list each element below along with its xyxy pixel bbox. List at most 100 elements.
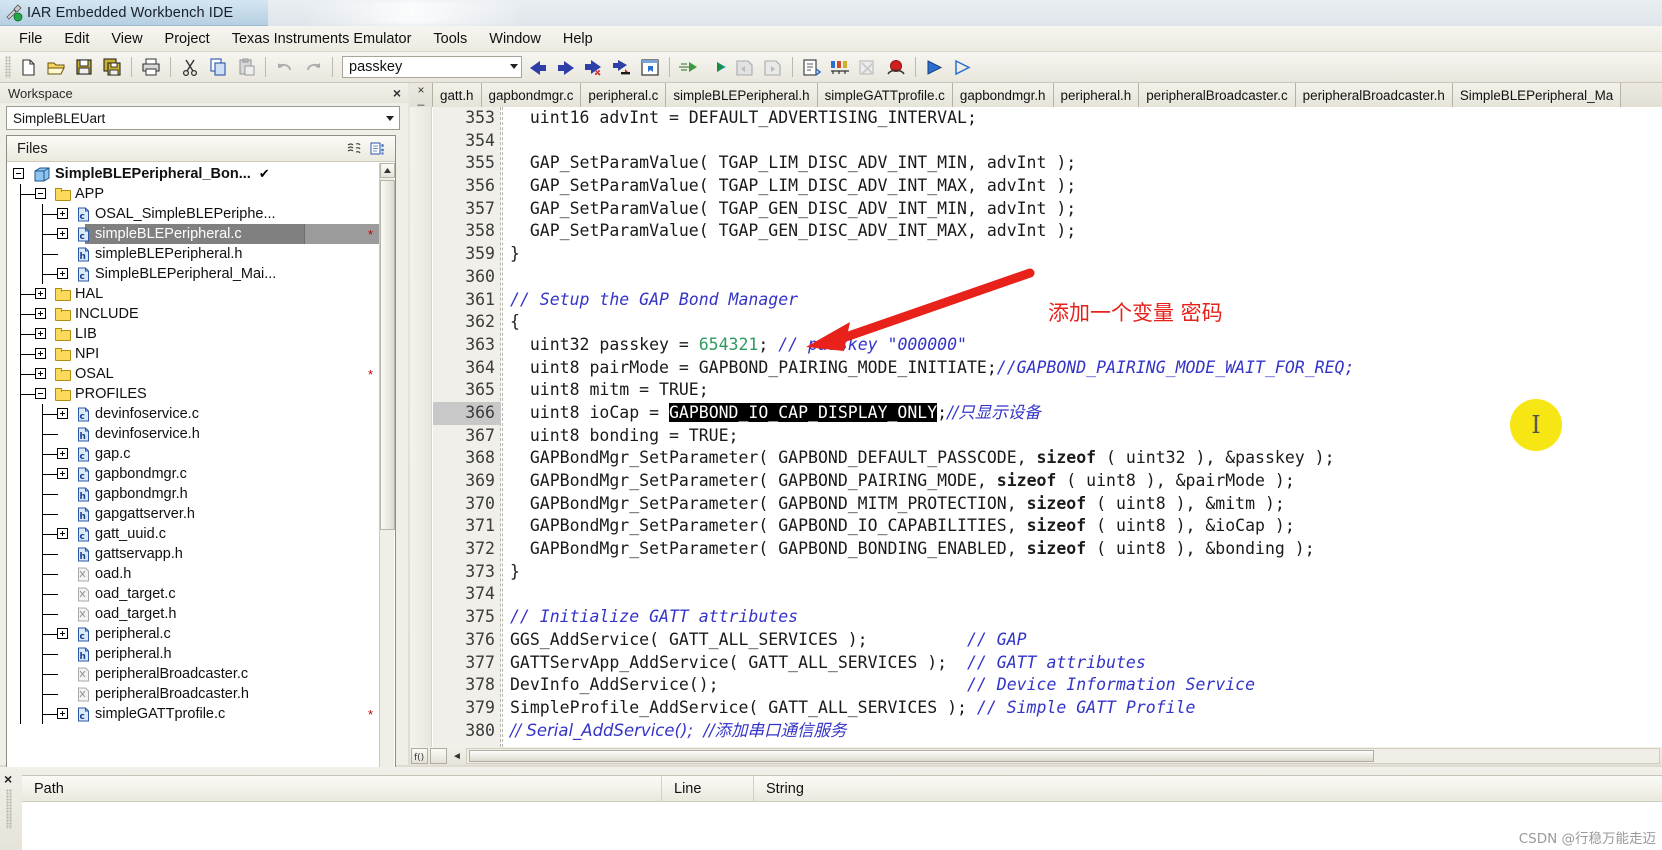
column-header-string[interactable]: String	[754, 776, 1454, 802]
tree-item[interactable]: NPI	[7, 344, 395, 364]
scroll-left-icon[interactable]: ◄	[450, 748, 464, 764]
code-line[interactable]: 377GATTServApp_AddService( GATT_ALL_SERV…	[410, 652, 1662, 675]
quick-search-combo[interactable]	[342, 56, 522, 78]
tree-item[interactable]: hdevinfoservice.h	[7, 424, 395, 444]
make-icon[interactable]	[826, 54, 854, 80]
tree-item[interactable]: hsimpleBLEPeripheral.h	[7, 244, 395, 264]
goto-bookmark-icon[interactable]	[636, 54, 664, 80]
menu-project[interactable]: Project	[154, 29, 221, 49]
minimize-icon[interactable]: _	[418, 95, 425, 104]
find-next-icon[interactable]	[552, 54, 580, 80]
code-line[interactable]: 359}	[410, 243, 1662, 266]
toggle-bookmark-icon[interactable]	[675, 54, 703, 80]
search-input[interactable]	[347, 58, 517, 76]
menu-window[interactable]: Window	[478, 29, 552, 49]
download-and-debug-icon[interactable]	[921, 54, 949, 80]
compile-icon[interactable]	[798, 54, 826, 80]
paste-icon[interactable]	[232, 54, 260, 80]
editor-tab-simplebleperipheral-ma[interactable]: SimpleBLEPeripheral_Ma	[1453, 83, 1621, 107]
code-line[interactable]: 372 GAPBondMgr_SetParameter( GAPBOND_BON…	[410, 538, 1662, 561]
editor-close-column[interactable]: × _	[410, 83, 432, 107]
code-line[interactable]: 357 GAP_SetParamValue( TGAP_GEN_DISC_ADV…	[410, 198, 1662, 221]
find-previous-icon[interactable]	[524, 54, 552, 80]
debug-icon[interactable]	[882, 54, 910, 80]
code-line[interactable]: 378DevInfo_AddService(); // Device Infor…	[410, 674, 1662, 697]
undo-icon[interactable]	[271, 54, 299, 80]
tree-item[interactable]: cgap.c	[7, 444, 395, 464]
tree-item[interactable]: cSimpleBLEPeripheral_Mai...	[7, 264, 395, 284]
tree-item[interactable]: hgattservapp.h	[7, 544, 395, 564]
code-lines[interactable]: 353 uint16 advInt = DEFAULT_ADVERTISING_…	[410, 107, 1662, 747]
code-line[interactable]: 375// Initialize GATT attributes	[410, 606, 1662, 629]
tree-item[interactable]: cOSAL_SimpleBLEPeriphe...	[7, 204, 395, 224]
results-list[interactable]: Path Line String	[22, 775, 1662, 850]
tree-item-selected[interactable]: csimpleBLEPeripheral.c*	[7, 224, 395, 244]
tree-item[interactable]: peripheralBroadcaster.c	[7, 664, 395, 684]
tree-item[interactable]: hperipheral.h	[7, 644, 395, 664]
split-view-icon[interactable]	[430, 748, 447, 764]
code-line[interactable]: 371 GAPBondMgr_SetParameter( GAPBOND_IO_…	[410, 515, 1662, 538]
workspace-overview-icon[interactable]	[343, 139, 365, 159]
code-line[interactable]: 380// Serial_AddService(); //添加串口通信服务	[410, 720, 1662, 743]
editor-tab-simplegattprofile-c[interactable]: simpleGATTprofile.c	[818, 83, 953, 107]
tree-item[interactable]: csimpleGATTprofile.c*	[7, 704, 395, 724]
tree-item[interactable]: cgapbondmgr.c	[7, 464, 395, 484]
toolbar-grip[interactable]	[5, 56, 11, 78]
tree-item[interactable]: APP	[7, 184, 395, 204]
menu-texas-instruments-emulator[interactable]: Texas Instruments Emulator	[221, 29, 423, 49]
tree-item[interactable]: SimpleBLEPeripheral_Bon...✔	[7, 164, 395, 184]
code-line[interactable]: 366 uint8 ioCap = GAPBOND_IO_CAP_DISPLAY…	[410, 402, 1662, 425]
chevron-down-icon[interactable]	[386, 116, 394, 121]
debug-without-download-icon[interactable]	[949, 54, 977, 80]
close-icon[interactable]: ×	[390, 85, 404, 101]
code-line[interactable]: 379SimpleProfile_AddService( GATT_ALL_SE…	[410, 697, 1662, 720]
tree-item[interactable]: hgapbondmgr.h	[7, 484, 395, 504]
editor-tab-peripheral-h[interactable]: peripheral.h	[1054, 83, 1140, 107]
tree-item[interactable]: oad_target.c	[7, 584, 395, 604]
panel-grip[interactable]	[6, 789, 12, 829]
configuration-select[interactable]: SimpleBLEUart	[6, 106, 400, 130]
menu-file[interactable]: File	[8, 29, 53, 49]
hscroll-track[interactable]	[466, 748, 1660, 764]
tree-item[interactable]: cperipheral.c	[7, 624, 395, 644]
editor-tab-gapbondmgr-c[interactable]: gapbondmgr.c	[482, 83, 582, 107]
tree-item[interactable]: cdevinfoservice.c	[7, 404, 395, 424]
editor-tab-gapbondmgr-h[interactable]: gapbondmgr.h	[953, 83, 1054, 107]
code-line[interactable]: 360	[410, 266, 1662, 289]
tree-item[interactable]: oad_target.h	[7, 604, 395, 624]
code-line[interactable]: 363 uint32 passkey = 654321; // passkey …	[410, 334, 1662, 357]
save-all-icon[interactable]	[98, 54, 126, 80]
editor-tab-gatt-h[interactable]: gatt.h	[432, 83, 482, 107]
save-icon[interactable]	[70, 54, 98, 80]
editor-tab-peripheralbroadcaster-c[interactable]: peripheralBroadcaster.c	[1139, 83, 1295, 107]
code-line[interactable]: 376GGS_AddService( GATT_ALL_SERVICES ); …	[410, 629, 1662, 652]
scroll-up-icon[interactable]	[380, 163, 395, 178]
editor-tab-peripheralbroadcaster-h[interactable]: peripheralBroadcaster.h	[1296, 83, 1453, 107]
tree-item[interactable]: oad.h	[7, 564, 395, 584]
cut-icon[interactable]	[176, 54, 204, 80]
code-line[interactable]: 365 uint8 mitm = TRUE;	[410, 379, 1662, 402]
tree-item[interactable]: INCLUDE	[7, 304, 395, 324]
editor-horizontal-scrollbar[interactable]: f() ◄	[410, 747, 1662, 765]
code-line[interactable]: 354	[410, 130, 1662, 153]
editor-tab-simplebleperipheral-h[interactable]: simpleBLEPeripheral.h	[666, 83, 817, 107]
code-line[interactable]: 353 uint16 advInt = DEFAULT_ADVERTISING_…	[410, 107, 1662, 130]
tree-item[interactable]: PROFILES	[7, 384, 395, 404]
tree-item[interactable]: HAL	[7, 284, 395, 304]
code-line[interactable]: 368 GAPBondMgr_SetParameter( GAPBOND_DEF…	[410, 447, 1662, 470]
redo-icon[interactable]	[299, 54, 327, 80]
print-icon[interactable]	[137, 54, 165, 80]
code-line[interactable]: 369 GAPBondMgr_SetParameter( GAPBOND_PAI…	[410, 470, 1662, 493]
code-line[interactable]: 362{	[410, 311, 1662, 334]
code-line[interactable]: 367 uint8 bonding = TRUE;	[410, 425, 1662, 448]
code-line[interactable]: 358 GAP_SetParamValue( TGAP_GEN_DISC_ADV…	[410, 220, 1662, 243]
code-line[interactable]: 373}	[410, 561, 1662, 584]
menu-help[interactable]: Help	[552, 29, 604, 49]
code-line[interactable]: 355 GAP_SetParamValue( TGAP_LIM_DISC_ADV…	[410, 152, 1662, 175]
code-line[interactable]: 361// Setup the GAP Bond Manager	[410, 289, 1662, 312]
tree-item[interactable]: LIB	[7, 324, 395, 344]
open-folder-icon[interactable]	[42, 54, 70, 80]
hscroll-thumb[interactable]	[469, 750, 1374, 762]
new-document-icon[interactable]	[14, 54, 42, 80]
code-editor[interactable]: 353 uint16 advInt = DEFAULT_ADVERTISING_…	[410, 107, 1662, 747]
